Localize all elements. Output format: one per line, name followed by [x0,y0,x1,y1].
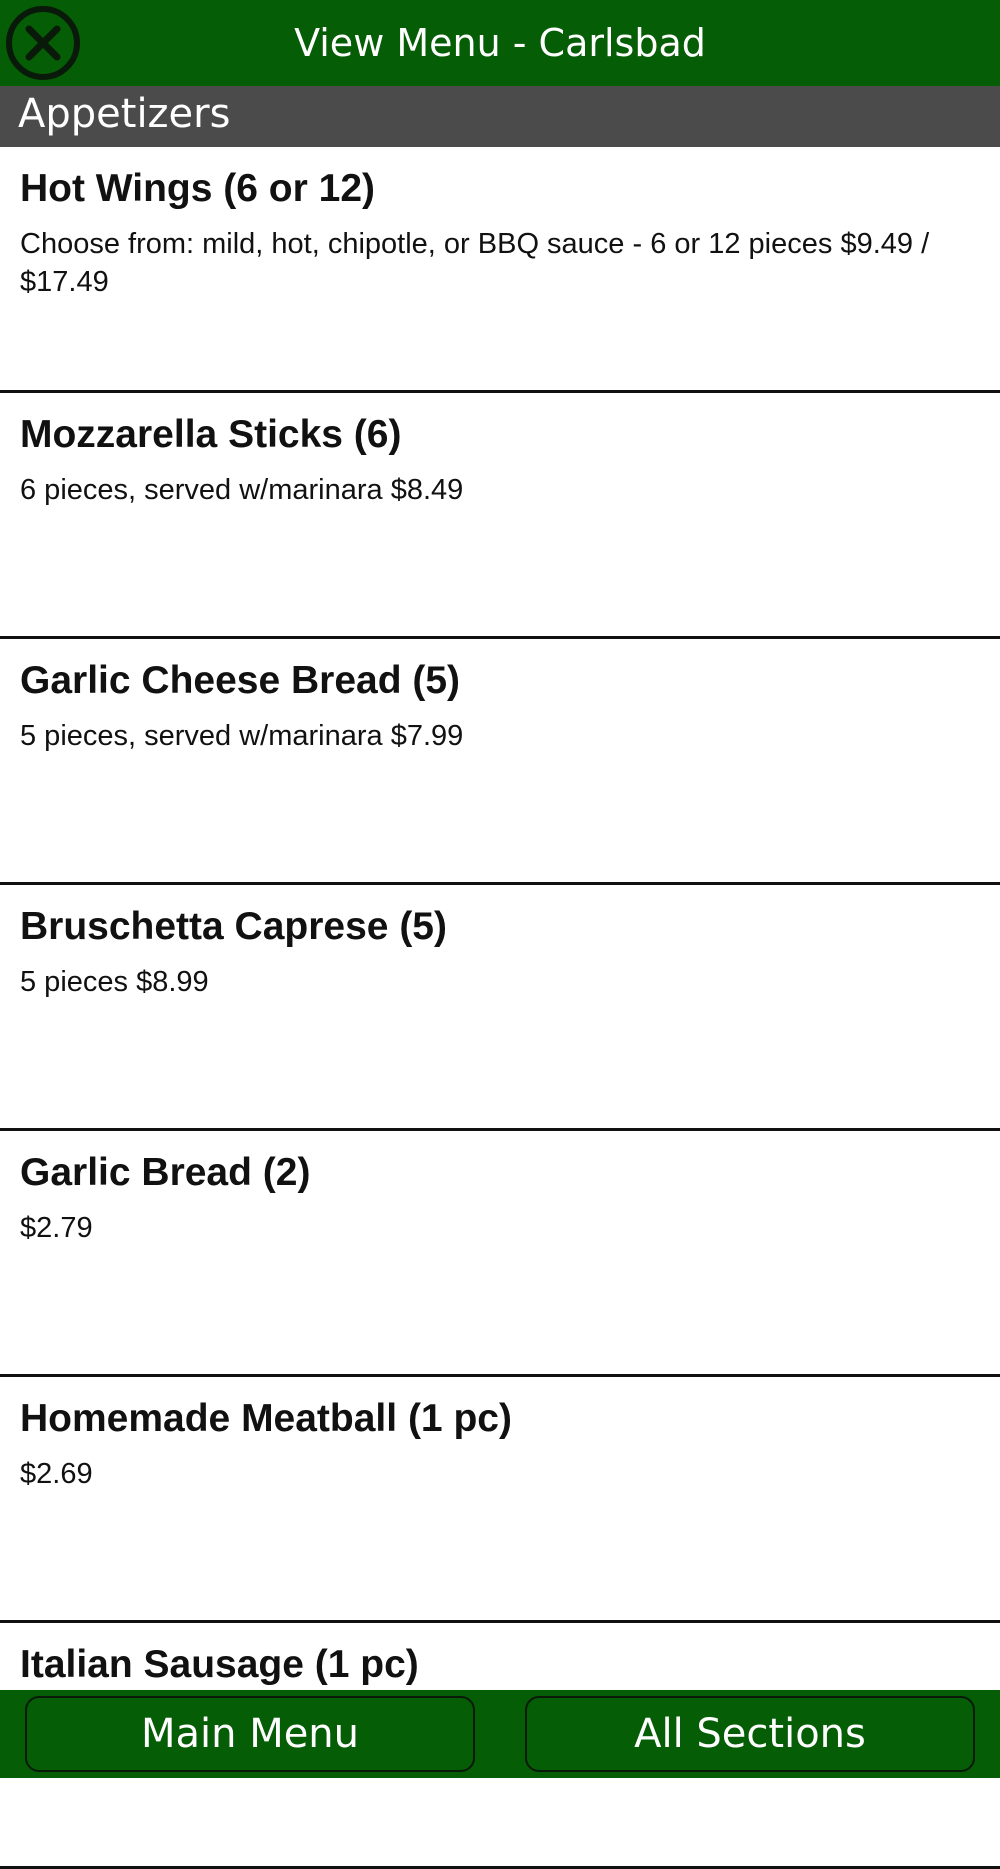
section-title: Appetizers [18,91,231,137]
all-sections-button[interactable]: All Sections [525,1696,975,1772]
item-description: 6 pieces, served w/marinara $8.49 [20,474,464,506]
top-bar: View Menu - Carlsbad [0,0,1000,86]
item-name: Homemade Meatball (1 pc) [20,1397,512,1440]
section-header: Appetizers [0,86,1000,147]
menu-item[interactable]: Garlic Bread (2) $2.79 [0,1131,1000,1377]
menu-item[interactable]: Garlic Cheese Bread (5) 5 pieces, served… [0,639,1000,885]
item-name: Garlic Bread (2) [20,1151,311,1194]
item-description: $2.69 [20,1458,93,1490]
item-description: 5 pieces $8.99 [20,966,209,998]
page-title: View Menu - Carlsbad [294,21,706,65]
item-description: 5 pieces, served w/marinara $7.99 [20,720,464,752]
bottom-bar: Main Menu All Sections [0,1690,1000,1778]
item-description: $2.79 [20,1212,93,1244]
menu-item[interactable]: Mozzarella Sticks (6) 6 pieces, served w… [0,393,1000,639]
menu-item[interactable]: Hot Wings (6 or 12) Choose from: mild, h… [0,147,1000,393]
menu-item[interactable]: Homemade Meatball (1 pc) $2.69 [0,1377,1000,1623]
item-name: Garlic Cheese Bread (5) [20,659,461,702]
item-name: Bruschetta Caprese (5) [20,905,447,948]
menu-list: Hot Wings (6 or 12) Choose from: mild, h… [0,147,1000,1869]
item-name: Mozzarella Sticks (6) [20,413,402,456]
main-menu-button[interactable]: Main Menu [25,1696,475,1772]
item-name: Italian Sausage (1 pc) [20,1643,419,1686]
item-description: Choose from: mild, hot, chipotle, or BBQ… [20,228,930,298]
menu-item[interactable]: Bruschetta Caprese (5) 5 pieces $8.99 [0,885,1000,1131]
item-name: Hot Wings (6 or 12) [20,167,375,210]
